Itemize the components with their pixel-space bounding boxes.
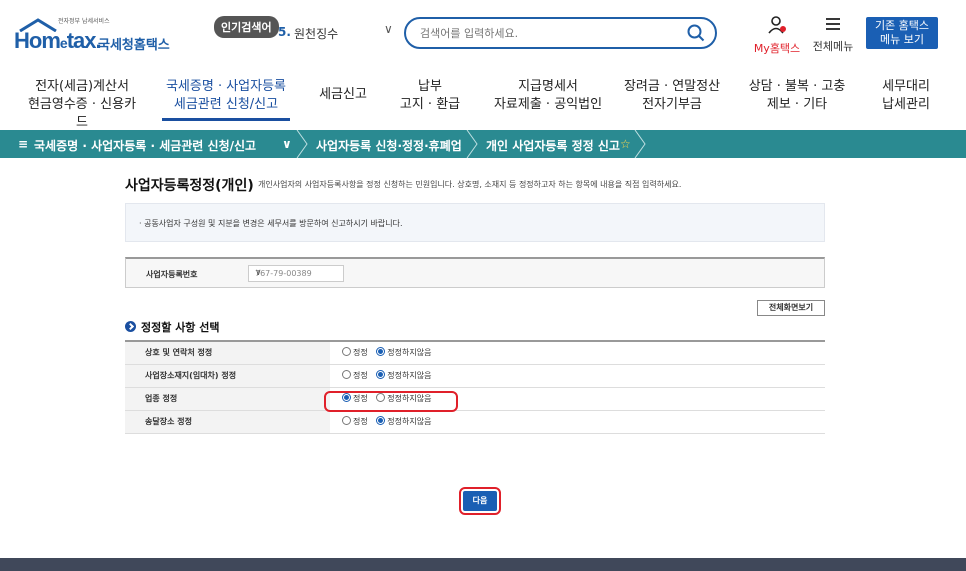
nav-item-e-invoice[interactable]: 전자(세금)계산서 현금영수증 · 신용카드 (22, 78, 142, 132)
chevron-down-icon[interactable]: ∨ (282, 137, 292, 151)
popular-search-badge: 인기검색어 (214, 16, 279, 38)
option-label: 업종 정정 (125, 387, 330, 411)
logo-wordmark: Hometax. (14, 28, 102, 53)
breadcrumb-level2[interactable]: 사업자등록 신청·정정·휴폐업 (316, 137, 462, 154)
popular-search-term[interactable]: 원천징수 (294, 25, 338, 42)
notice-box: · 공동사업자 구성원 및 지분을 변경은 세무서를 방문하여 신고하시기 바랍… (125, 203, 825, 242)
old-menu-line1: 기존 홈택스 (874, 19, 930, 32)
star-favorite-icon[interactable]: ☆ (620, 137, 631, 151)
registration-number-select[interactable]: 767-79-00389 ∨ (248, 265, 344, 282)
page-description: 개인사업자의 사업자등록사항을 정정 신청하는 민원입니다. 상호명, 소재지 … (258, 180, 682, 189)
radio-correct[interactable] (342, 347, 351, 357)
breadcrumb-separator-icon (296, 130, 308, 158)
nav-item-incentives[interactable]: 장려금 · 연말정산 전자기부금 (622, 78, 722, 114)
all-menu-label: 전체메뉴 (812, 40, 854, 53)
popular-search-rank: 5. (278, 25, 291, 39)
breadcrumb-level1[interactable]: 국세증명 · 사업자등록 · 세금관련 신청/신고 (34, 137, 256, 154)
site-header: 전자정부 납세서비스 Hometax. 국세청홈택스 인기검색어 5. 원천징수… (0, 0, 966, 70)
old-menu-line2: 메뉴 보기 (880, 33, 924, 46)
check-circle-icon (125, 321, 136, 332)
hamburger-icon (826, 18, 840, 30)
chevron-down-icon: ∨ (255, 268, 262, 278)
nav-item-tax-filing[interactable]: 세금신고 (313, 78, 373, 104)
menu-icon[interactable]: ≡ (18, 137, 28, 151)
table-row: 사업장소재지(임대차) 정정 정정 정정하지않음 (125, 364, 825, 388)
table-row: 송달장소 정정 정정 정정하지않음 (125, 410, 825, 434)
table-row: 상호 및 연락처 정정 정정 정정하지않음 (125, 341, 825, 365)
breadcrumb-level3[interactable]: 개인 사업자등록 정정 신고 (486, 137, 620, 154)
myhometax-button[interactable]: My홈택스 (752, 16, 802, 56)
radio-correct[interactable] (342, 370, 351, 379)
option-label: 사업장소재지(임대차) 정정 (125, 364, 330, 388)
nav-item-consulting[interactable]: 상담 · 불복 · 고충 제보 · 기타 (744, 78, 850, 114)
registration-number-label: 사업자등록번호 (146, 270, 198, 279)
all-menu-button[interactable]: 전체메뉴 (810, 16, 856, 54)
radio-no-correct[interactable] (376, 370, 386, 379)
nav-item-certificates[interactable]: 국세증명 · 사업자등록 세금관련 신청/신고 (162, 78, 290, 121)
user-star-icon (768, 16, 786, 34)
search-icon[interactable] (687, 24, 705, 42)
chevron-down-icon[interactable]: ∨ (384, 22, 393, 36)
notice-text: · 공동사업자 구성원 및 지분을 변경은 세무서를 방문하여 신고하시기 바랍… (139, 219, 403, 228)
next-button[interactable]: 다음 (463, 491, 497, 511)
option-label: 송달장소 정정 (125, 410, 330, 434)
page-footer (0, 558, 966, 571)
page-title: 사업자등록정정(개인) (125, 178, 254, 194)
search-input[interactable] (420, 24, 680, 42)
hometax-logo[interactable]: 전자정부 납세서비스 Hometax. 국세청홈택스 (14, 14, 184, 54)
radio-no-correct[interactable] (376, 416, 386, 425)
main-navigation: 전자(세금)계산서 현금영수증 · 신용카드 국세증명 · 사업자등록 세금관련 신… (0, 78, 966, 130)
breadcrumb: ≡ 국세증명 · 사업자등록 · 세금관련 신청/신고 ∨ 사업자등록 신청·정… (0, 130, 966, 158)
radio-correct[interactable] (342, 416, 351, 425)
nav-item-statements[interactable]: 지급명세서 자료제출 · 공익법인 (488, 78, 608, 114)
highlight-annotation (324, 391, 458, 412)
breadcrumb-separator-icon (466, 130, 478, 158)
nav-item-payment[interactable]: 납부 고지 · 환급 (392, 78, 468, 114)
myhometax-label: My홈택스 (753, 42, 801, 55)
full-screen-button[interactable]: 전체화면보기 (757, 300, 825, 316)
radio-no-correct[interactable] (376, 347, 386, 357)
registration-number-row: 사업자등록번호 767-79-00389 ∨ (125, 257, 825, 288)
correction-options-table: 상호 및 연락처 정정 정정 정정하지않음 사업장소재지(임대차) 정정 정정 … (125, 340, 825, 434)
section-title: 정정할 사항 선택 (125, 319, 220, 335)
search-bar (404, 17, 717, 49)
table-row: 업종 정정 정정 정정하지않음 (125, 387, 825, 411)
nav-item-tax-agent[interactable]: 세무대리 납세관리 (870, 78, 942, 114)
option-label: 상호 및 연락처 정정 (125, 341, 330, 365)
logo-korean-name: 국세청홈택스 (98, 38, 170, 53)
breadcrumb-separator-icon (634, 130, 646, 158)
logo-subtitle: 전자정부 납세서비스 (58, 18, 110, 25)
old-menu-button[interactable]: 기존 홈택스 메뉴 보기 (866, 17, 938, 49)
